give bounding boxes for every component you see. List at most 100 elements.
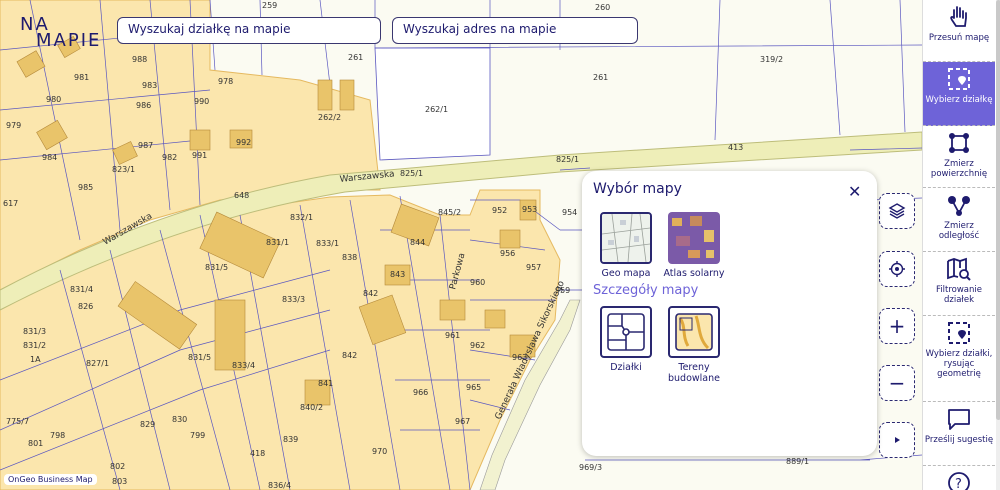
plot-label: 418 (250, 449, 265, 458)
tool-label: Prześlij sugestię (924, 435, 994, 445)
map-details-title: Szczegóły mapy (593, 283, 699, 298)
zoom-out-button[interactable]: − (879, 365, 915, 401)
plot-label: 962 (470, 341, 485, 350)
parcels-icon (607, 313, 645, 351)
plot-label: 826 (78, 302, 93, 311)
plot-label: 841 (318, 379, 333, 388)
plot-label: 799 (190, 431, 205, 440)
plot-label: 839 (283, 435, 298, 444)
plot-label: 829 (140, 420, 155, 429)
plot-label: 952 (492, 206, 507, 215)
tool-filter-parcels[interactable]: Filtrowanie działek (923, 252, 995, 316)
plot-label: 960 (470, 278, 485, 287)
plot-label: 825/1 (400, 169, 423, 178)
plot-label: 1A (30, 355, 41, 364)
plot-label: 844 (410, 238, 425, 247)
svg-text:?: ? (955, 477, 962, 490)
plot-label: 413 (728, 143, 743, 152)
solar-atlas-option[interactable]: Atlas solarny (659, 212, 729, 279)
plot-label: 831/5 (188, 353, 211, 362)
panel-title: Wybór mapy (593, 181, 682, 197)
solar-atlas-label: Atlas solarny (663, 268, 725, 279)
plot-label: 833/4 (232, 361, 255, 370)
close-icon[interactable]: ✕ (848, 182, 861, 201)
plot-label: 980 (46, 95, 61, 104)
plot-label: 986 (136, 101, 151, 110)
geo-map-option[interactable]: Geo mapa (591, 212, 661, 279)
expand-button[interactable] (879, 422, 915, 458)
plot-label: 889/1 (786, 457, 809, 466)
plot-label: 956 (500, 249, 515, 258)
measure-area-icon (949, 133, 969, 153)
tool-pan-map[interactable]: Przesuń mapę (923, 0, 995, 62)
plot-label: 836/4 (268, 481, 291, 490)
plot-label: 827/1 (86, 359, 109, 368)
app-logo[interactable]: NA MAPIE (20, 16, 101, 50)
plot-label: 991 (192, 151, 207, 160)
plot-label: 843 (390, 270, 405, 279)
plot-label: 987 (138, 141, 153, 150)
plot-label: 842 (342, 351, 357, 360)
plot-label: 260 (595, 3, 610, 12)
plot-label: 957 (526, 263, 541, 272)
tool-label: Wybierz działkę (925, 95, 993, 105)
plot-label: 261 (593, 73, 608, 82)
plot-label: 259 (262, 1, 277, 10)
tool-help[interactable]: ? (923, 466, 995, 490)
scrollbar-thumb[interactable] (996, 0, 1000, 420)
plot-label: 963 (512, 353, 527, 362)
plot-label: 833/1 (316, 239, 339, 248)
plot-label: 967 (455, 417, 470, 426)
plot-label: 319/2 (760, 55, 783, 64)
tool-draw-geometry[interactable]: Wybierz działki, rysując geometrię (923, 316, 995, 402)
tool-label: Wybierz działki, rysując geometrię (925, 349, 993, 379)
plot-label: 823/1 (112, 165, 135, 174)
draw-geometry-icon (948, 322, 970, 344)
zoom-in-button[interactable]: + (879, 308, 915, 344)
plot-label: 262/2 (318, 113, 341, 122)
zoom-in-label: + (888, 314, 906, 338)
tool-sidebar: Przesuń mapę Wybierz działkę Zmierz powi… (922, 0, 1000, 490)
layers-icon (888, 203, 906, 219)
tool-measure-distance[interactable]: Zmierz odległość (923, 188, 995, 252)
plot-label: 992 (236, 138, 251, 147)
building-land-icon (675, 313, 713, 351)
filter-map-icon (947, 257, 971, 281)
plot-label: 985 (78, 183, 93, 192)
building-land-layer-option[interactable]: Tereny budowlane (659, 306, 729, 384)
address-search-input[interactable]: Wyszukaj adres na mapie (392, 17, 638, 44)
tool-label: Zmierz powierzchnię (930, 159, 988, 179)
sidebar-scrollbar[interactable] (996, 0, 1000, 490)
building-land-label: Tereny budowlane (668, 362, 720, 384)
plot-label: 965 (466, 383, 481, 392)
plot-label: 981 (74, 73, 89, 82)
measure-distance-icon (948, 196, 970, 216)
plot-label: 801 (28, 439, 43, 448)
parcels-layer-option[interactable]: Działki (591, 306, 661, 373)
plot-label: 966 (413, 388, 428, 397)
geo-map-thumbnail (600, 212, 652, 264)
plot-label: 617 (3, 199, 18, 208)
plot-label: 831/1 (266, 238, 289, 247)
plot-label: 825/1 (556, 155, 579, 164)
building-land-thumbnail (668, 306, 720, 358)
hand-icon (950, 6, 967, 27)
locate-button[interactable] (879, 251, 915, 287)
solar-atlas-thumbnail (668, 212, 720, 264)
plot-label: 978 (218, 77, 233, 86)
tool-measure-area[interactable]: Zmierz powierzchnię (923, 126, 995, 188)
parcel-search-input[interactable]: Wyszukaj działkę na mapie (117, 17, 381, 44)
plot-label: 833/3 (282, 295, 305, 304)
plot-label: 979 (6, 121, 21, 130)
tool-select-parcel[interactable]: Wybierz działkę (923, 62, 995, 126)
logo-line2: MAPIE (36, 30, 102, 51)
plot-label: 798 (50, 431, 65, 440)
plot-label: 953 (522, 205, 537, 214)
plot-label: 775/7 (6, 417, 29, 426)
plot-label: 831/2 (23, 341, 46, 350)
geo-map-label: Geo mapa (601, 268, 651, 279)
layers-button[interactable] (879, 193, 915, 229)
plot-label: 831/3 (23, 327, 46, 336)
tool-send-suggestion[interactable]: Prześlij sugestię (923, 402, 995, 466)
open-field (374, 47, 491, 161)
